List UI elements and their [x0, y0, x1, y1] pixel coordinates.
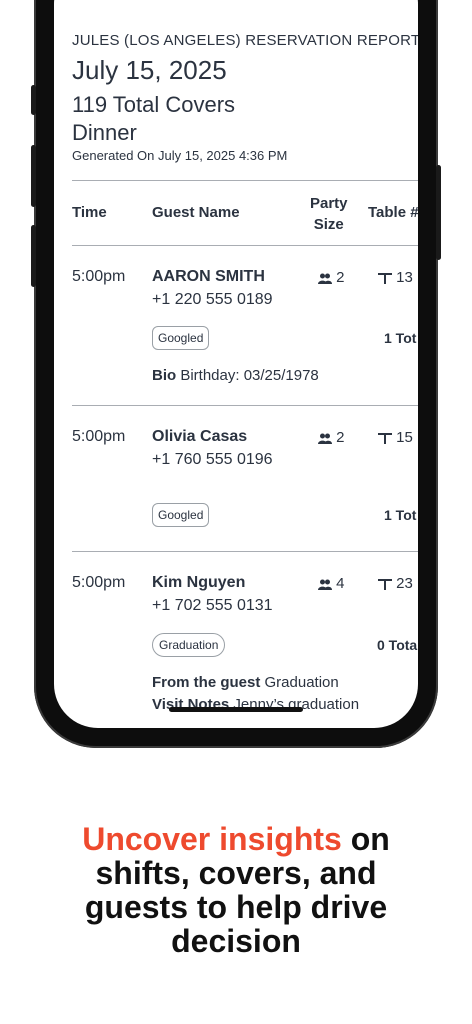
headline-line2: shifts, covers, and: [95, 855, 377, 891]
report-content: JULES (LOS ANGELES) RESERVATION REPORT J…: [72, 32, 418, 728]
table-row[interactable]: 5:00pm AARON SMITH +1 220 555 0189 2 13 …: [72, 246, 418, 405]
guest-tag[interactable]: Googled: [152, 503, 210, 527]
guest-phone[interactable]: +1 220 555 0189: [152, 291, 273, 309]
guest-name[interactable]: Olivia Casas: [152, 428, 247, 446]
guest-name[interactable]: Kim Nguyen: [152, 574, 245, 592]
guest-phone[interactable]: +1 760 555 0196: [152, 451, 273, 469]
report-title: JULES (LOS ANGELES) RESERVATION REPORT: [72, 32, 418, 49]
table-number: 23: [378, 575, 413, 592]
phone-volume-down: [31, 225, 36, 287]
guest-request-value: Graduation: [264, 674, 339, 691]
party-size-value: 4: [336, 575, 345, 592]
visit-total: 1 Tot: [384, 507, 417, 523]
table-number-value: 15: [396, 429, 413, 446]
table-icon: [378, 273, 392, 285]
party-size: 2: [318, 269, 345, 286]
table-icon: [378, 433, 392, 445]
headline-accent: Uncover insights: [82, 821, 342, 857]
phone-side-button: [31, 85, 36, 115]
table-number: 15: [378, 429, 413, 446]
phone-frame: JULES (LOS ANGELES) RESERVATION REPORT J…: [31, 0, 441, 748]
table-number-value: 13: [396, 269, 413, 286]
reservation-time: 5:00pm: [72, 428, 126, 445]
table-header: Time Guest Name Party Size Table #: [72, 181, 418, 245]
table-number: 13: [378, 269, 413, 286]
phone-volume-up: [31, 145, 36, 207]
table-number-value: 23: [396, 575, 413, 592]
party-size-value: 2: [336, 269, 345, 286]
table-icon: [378, 579, 392, 591]
total-covers: 119 Total Covers: [72, 92, 236, 117]
party-size: 4: [318, 575, 345, 592]
guest-phone[interactable]: +1 702 555 0131: [152, 597, 273, 615]
visit-total: 0 Tota: [377, 637, 418, 653]
headline-line1-rest: on: [341, 821, 390, 857]
guest-request: From the guest Graduation: [152, 674, 339, 691]
bio-value: Birthday: 03/25/1978: [180, 367, 319, 384]
reservation-time: 5:00pm: [72, 574, 126, 591]
marketing-headline: Uncover insights on shifts, covers, and …: [0, 822, 472, 958]
guest-request-label: From the guest: [152, 674, 261, 691]
header-time: Time: [72, 204, 107, 221]
people-icon: [318, 273, 332, 284]
header-guest-name: Guest Name: [152, 204, 240, 221]
party-size-value: 2: [336, 429, 345, 446]
table-row[interactable]: 5:00pm Kim Nguyen +1 702 555 0131 4 23 G…: [72, 552, 418, 728]
phone-screen: JULES (LOS ANGELES) RESERVATION REPORT J…: [54, 0, 418, 728]
home-indicator[interactable]: [169, 707, 303, 712]
header-party-line2: Size: [313, 216, 344, 233]
report-date: July 15, 2025: [72, 55, 227, 85]
headline-line1: Uncover insights on: [0, 822, 472, 856]
generated-timestamp: Generated On July 15, 2025 4:36 PM: [72, 148, 288, 163]
party-size: 2: [318, 429, 345, 446]
bio-label: Bio: [152, 367, 177, 384]
headline-line4: decision: [171, 923, 301, 959]
guest-tag[interactable]: Googled: [152, 326, 210, 350]
phone-power-button: [436, 165, 441, 260]
guest-tag[interactable]: Graduation: [152, 633, 226, 657]
reservation-time: 5:00pm: [72, 268, 126, 285]
header-party-size: Party Size: [310, 193, 348, 235]
header-party-line1: Party: [310, 195, 348, 212]
guest-bio: Bio Birthday: 03/25/1978: [152, 367, 319, 384]
visit-total: 1 Tot: [384, 330, 417, 346]
table-row[interactable]: 5:00pm Olivia Casas +1 760 555 0196 2 15…: [72, 406, 418, 551]
header-table-number: Table #: [368, 204, 418, 221]
meal-period: Dinner: [72, 120, 137, 145]
headline-line3: guests to help drive: [84, 889, 388, 925]
people-icon: [318, 433, 332, 444]
people-icon: [318, 579, 332, 590]
guest-name[interactable]: AARON SMITH: [152, 268, 265, 286]
